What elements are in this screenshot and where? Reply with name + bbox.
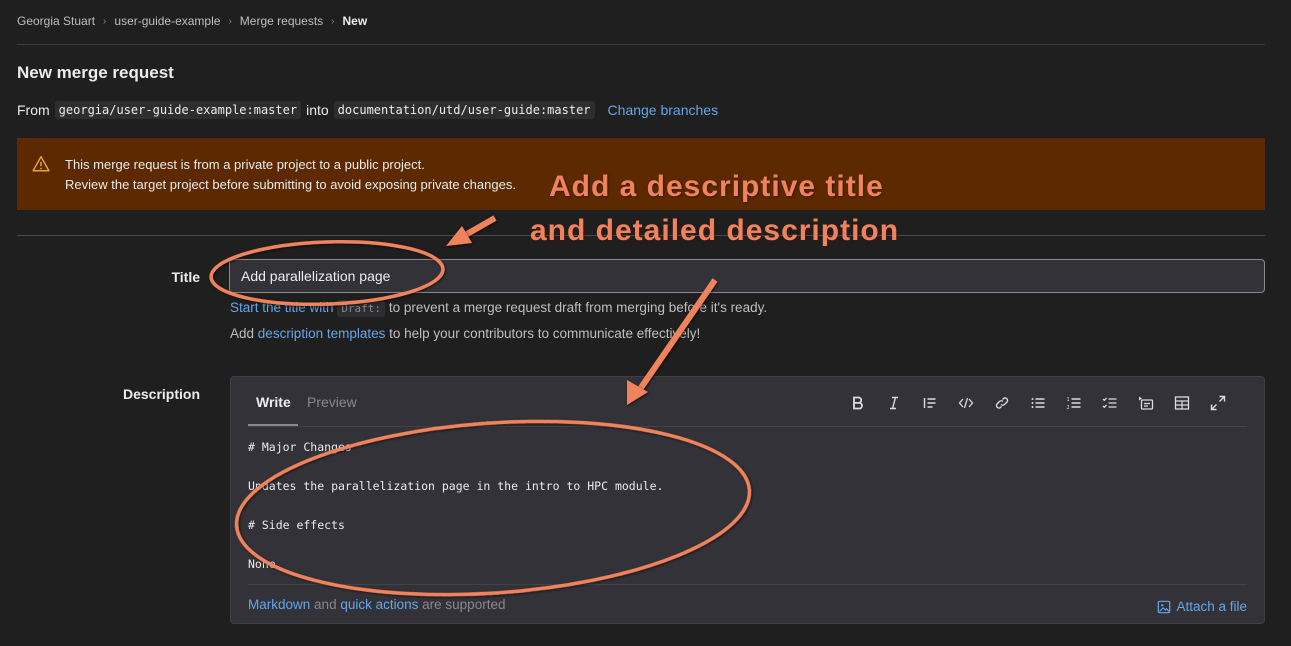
supported-text: are supported bbox=[422, 597, 506, 612]
annotation-text-line-2: and detailed description bbox=[530, 214, 900, 247]
bold-icon bbox=[852, 396, 863, 409]
numbered-list-button[interactable]: 12 bbox=[1061, 390, 1086, 415]
attach-file-button[interactable]: Attach a file bbox=[1157, 599, 1247, 614]
code-icon bbox=[958, 397, 973, 408]
italic-icon bbox=[889, 396, 898, 409]
chevron-right-icon: › bbox=[103, 15, 107, 27]
table-button[interactable] bbox=[1169, 390, 1194, 415]
fullscreen-icon bbox=[1210, 395, 1225, 410]
image-icon bbox=[1158, 600, 1171, 613]
quick-actions-link[interactable]: quick actions bbox=[340, 597, 418, 612]
warning-icon bbox=[32, 155, 50, 173]
into-label: into bbox=[306, 102, 329, 118]
page-title: New merge request bbox=[17, 63, 174, 82]
editor-tabs: Write Preview 12 bbox=[248, 377, 1247, 427]
draft-chip: Draft: bbox=[337, 300, 386, 317]
fullscreen-button[interactable] bbox=[1205, 390, 1230, 415]
title-input[interactable] bbox=[229, 259, 1265, 293]
template-help-text: Add description templates to help your c… bbox=[230, 326, 700, 341]
alert-line-2: Review the target project before submitt… bbox=[65, 177, 516, 192]
quote-icon bbox=[923, 397, 935, 408]
attach-file-label: Attach a file bbox=[1176, 599, 1247, 614]
task-list-icon bbox=[1102, 397, 1116, 408]
breadcrumb: Georgia Stuart › user-guide-example › Me… bbox=[17, 14, 367, 28]
code-button[interactable] bbox=[953, 390, 978, 415]
bulleted-list-button[interactable] bbox=[1025, 390, 1050, 415]
draft-help-link[interactable]: Start the title with bbox=[230, 300, 334, 315]
numbered-list-icon: 12 bbox=[1066, 397, 1080, 411]
draft-help-rest: to prevent a merge request draft from me… bbox=[388, 300, 768, 315]
source-branch: georgia/user-guide-example:master bbox=[54, 101, 302, 119]
task-list-button[interactable] bbox=[1097, 390, 1122, 415]
tab-write[interactable]: Write bbox=[256, 394, 291, 410]
tab-preview[interactable]: Preview bbox=[307, 394, 357, 410]
editor-toolbar: 12 bbox=[845, 390, 1230, 415]
template-help-prefix: Add bbox=[230, 326, 255, 341]
breadcrumb-current: New bbox=[342, 14, 368, 28]
chevron-right-icon: › bbox=[331, 15, 335, 27]
change-branches-link[interactable]: Change branches bbox=[608, 102, 719, 118]
annotation-text-line-1: Add a descriptive title bbox=[549, 170, 884, 203]
draft-help-text: Start the title with Draft: to prevent a… bbox=[230, 300, 768, 317]
bulleted-list-icon bbox=[1031, 397, 1044, 408]
quote-button[interactable] bbox=[917, 390, 942, 415]
markdown-editor: Write Preview 12 # Major Changes Updates… bbox=[230, 376, 1265, 624]
breadcrumb-item-merge-requests[interactable]: Merge requests bbox=[240, 14, 323, 28]
description-textarea[interactable] bbox=[248, 438, 1248, 578]
description-templates-link[interactable]: description templates bbox=[258, 326, 386, 341]
branch-info: From georgia/user-guide-example:master i… bbox=[17, 101, 718, 119]
collapsible-section-button[interactable] bbox=[1133, 390, 1158, 415]
arrow-head-title bbox=[446, 226, 472, 246]
svg-text:1: 1 bbox=[1066, 397, 1069, 403]
link-button[interactable] bbox=[989, 390, 1014, 415]
bold-button[interactable] bbox=[845, 390, 870, 415]
chevron-right-icon: › bbox=[228, 15, 232, 27]
link-icon bbox=[995, 396, 1008, 409]
from-label: From bbox=[17, 102, 50, 118]
svg-text:2: 2 bbox=[1066, 405, 1069, 411]
target-branch: documentation/utd/user-guide:master bbox=[333, 101, 595, 119]
table-icon bbox=[1174, 395, 1189, 410]
template-help-rest: to help your contributors to communicate… bbox=[389, 326, 701, 341]
markdown-link[interactable]: Markdown bbox=[248, 597, 310, 612]
breadcrumb-item-user[interactable]: Georgia Stuart bbox=[17, 14, 95, 28]
divider bbox=[17, 44, 1265, 45]
active-tab-indicator bbox=[248, 424, 298, 426]
italic-button[interactable] bbox=[881, 390, 906, 415]
collapsible-section-icon bbox=[1138, 396, 1153, 410]
markdown-support-text: Markdown and quick actions are supported bbox=[248, 597, 505, 612]
editor-footer: Markdown and quick actions are supported… bbox=[248, 584, 1247, 624]
and-text: and bbox=[314, 597, 337, 612]
alert-line-1: This merge request is from a private pro… bbox=[65, 157, 425, 172]
title-label: Title bbox=[171, 269, 200, 285]
breadcrumb-item-project[interactable]: user-guide-example bbox=[114, 14, 220, 28]
description-label: Description bbox=[122, 386, 200, 402]
